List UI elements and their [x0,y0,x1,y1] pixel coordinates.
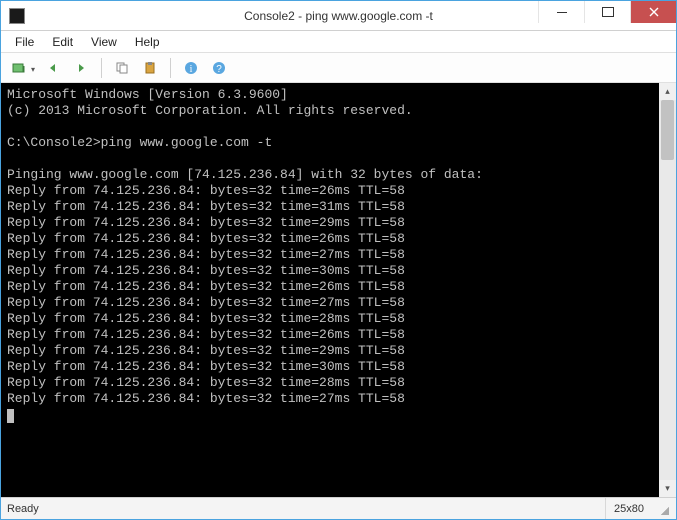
prev-tab-button[interactable] [41,57,65,79]
help-button[interactable]: ? [207,57,231,79]
help-icon: ? [212,61,226,75]
svg-text:i: i [190,64,193,75]
new-tab-button[interactable] [7,57,31,79]
toolbar-separator [101,58,102,78]
app-icon [9,8,25,24]
scroll-up-arrow[interactable]: ▴ [659,83,676,100]
new-tab-dropdown[interactable] [31,59,37,77]
new-tab-icon [12,61,26,75]
menu-view[interactable]: View [83,33,125,51]
resize-grip-icon[interactable] [656,502,670,516]
toolbar: i ? [1,53,676,83]
scroll-track[interactable] [659,100,676,480]
menu-file[interactable]: File [7,33,42,51]
console-output[interactable]: Microsoft Windows [Version 6.3.9600] (c)… [1,83,659,497]
toolbar-separator [170,58,171,78]
menu-help[interactable]: Help [127,33,168,51]
menu-edit[interactable]: Edit [44,33,81,51]
maximize-button[interactable] [584,1,630,23]
status-ready: Ready [7,503,39,515]
statusbar: Ready 25x80 [1,497,676,519]
scroll-thumb[interactable] [661,100,674,160]
paste-icon [143,61,157,75]
paste-button[interactable] [138,57,162,79]
status-dims: 25x80 [605,498,652,519]
info-icon: i [184,61,198,75]
minimize-button[interactable] [538,1,584,23]
copy-button[interactable] [110,57,134,79]
console-area: Microsoft Windows [Version 6.3.9600] (c)… [1,83,676,497]
svg-text:?: ? [216,64,222,75]
info-button[interactable]: i [179,57,203,79]
cursor [7,409,14,423]
window-buttons [538,1,676,30]
scroll-down-arrow[interactable]: ▾ [659,480,676,497]
arrow-left-icon [47,62,59,74]
next-tab-button[interactable] [69,57,93,79]
arrow-right-icon [75,62,87,74]
menubar: File Edit View Help [1,31,676,53]
vertical-scrollbar[interactable]: ▴ ▾ [659,83,676,497]
titlebar[interactable]: Console2 - ping www.google.com -t [1,1,676,31]
copy-icon [115,61,129,75]
close-button[interactable] [630,1,676,23]
